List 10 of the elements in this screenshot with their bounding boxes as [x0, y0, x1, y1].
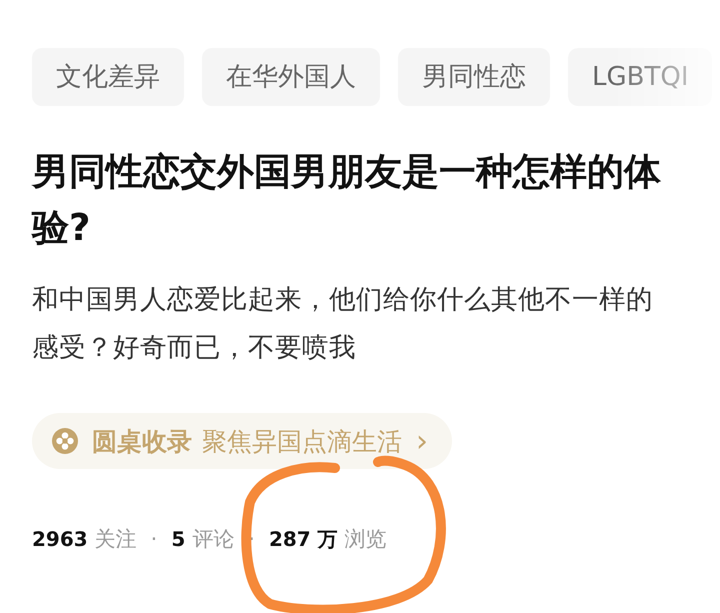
question-detail: 和中国男人恋爱比起来，他们给你什么其他不一样的感受？好奇而已，不要喷我: [32, 283, 654, 365]
topic-tag[interactable]: 在华外国人: [202, 48, 380, 106]
stat-text: 287 万 浏览: [268, 526, 387, 553]
stat-text: 5 评论: [171, 526, 234, 553]
topic-tag[interactable]: 文化差异: [32, 48, 184, 106]
separator-dot: ·: [150, 526, 158, 553]
question-title: 男同性恋交外国男朋友是一种怎样的体验?: [32, 149, 662, 251]
topic-tag[interactable]: 男同性恋: [398, 48, 550, 106]
flower-icon: [52, 428, 78, 454]
stat-text: 2963 关注: [32, 526, 137, 553]
